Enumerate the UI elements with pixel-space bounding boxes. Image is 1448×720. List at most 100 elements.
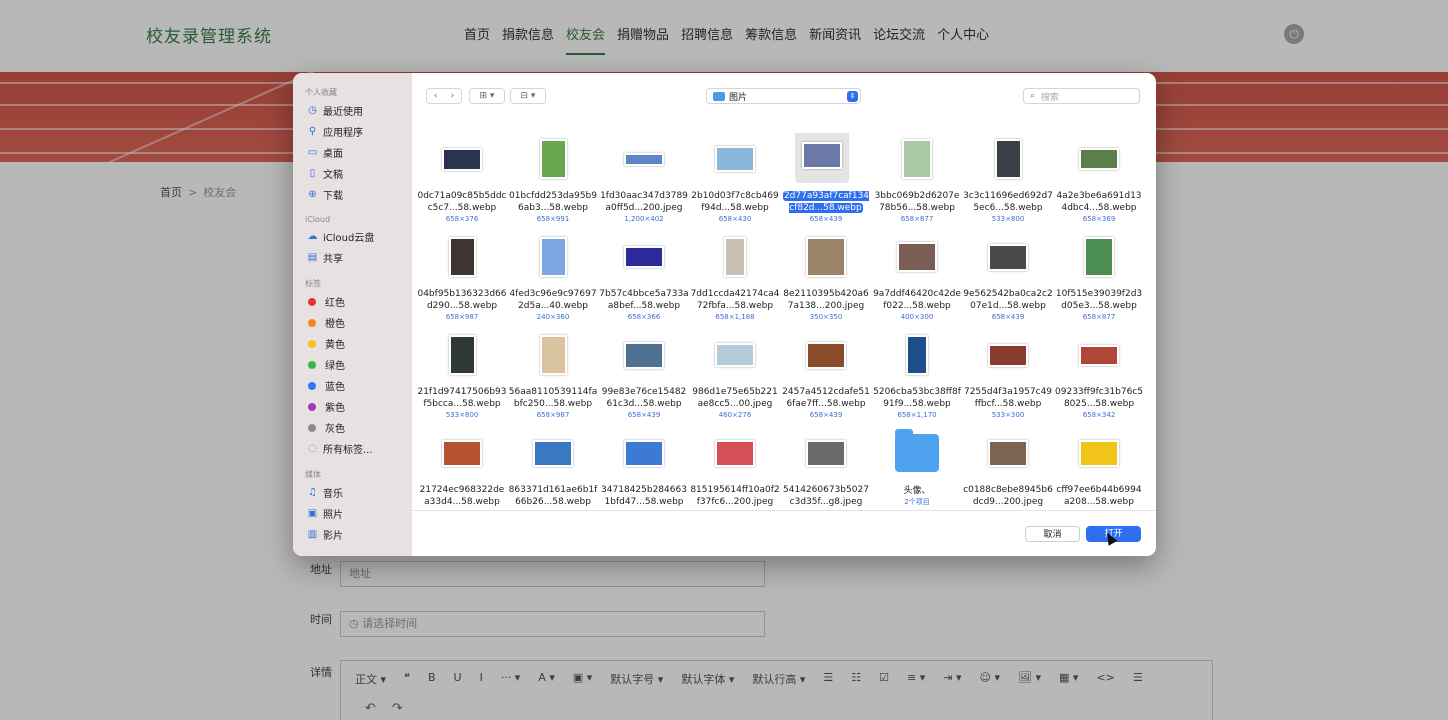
file-item[interactable]: 7255d4f3a1957c49ffbcf...58.webp 533×300 (963, 329, 1053, 425)
cancel-button[interactable]: 取消 (1025, 526, 1080, 542)
file-item[interactable]: 0dc71a09c85b5ddcc5c7...58.webp 658×376 (417, 133, 507, 229)
file-item[interactable]: 10f515e39039f2d3d05e3...58.webp 658×877 (1054, 231, 1144, 327)
sidebar-item-media[interactable]: ♫ 音乐 (293, 482, 412, 503)
sidebar-item-tag[interactable]: 绿色 (293, 354, 412, 375)
forward-button[interactable]: › (444, 91, 461, 101)
file-item[interactable]: 4fed3c96e9c976972d5a...40.webp 240×360 (508, 231, 598, 327)
file-item[interactable]: 21724ec968322dea33d4...58.webp (417, 427, 507, 510)
file-grid: 0dc71a09c85b5ddcc5c7...58.webp 658×376 01b… (417, 133, 1152, 510)
file-name: 4a2e3be6a691d134dbc4...58.webp (1054, 190, 1144, 214)
icloud-icon: ▤ (307, 252, 318, 263)
file-item[interactable]: 2b10d03f7c8cb469f94d...58.webp 658×430 (690, 133, 780, 229)
file-item[interactable]: 9e562542ba0ca2c207e1d...58.webp 658×439 (963, 231, 1053, 327)
file-item[interactable]: 7dd1ccda42174ca472fbfa...58.webp 658×1,18… (690, 231, 780, 327)
file-name: 5414260673b5027c3d35f...g8.jpeg (781, 484, 871, 508)
file-item[interactable]: 3bbc069b2d6207e78b56...58.webp 658×877 (872, 133, 962, 229)
file-name-text: 01bcfdd253da95b96ab3...58.webp (508, 191, 597, 213)
file-item[interactable]: 5414260673b5027c3d35f...g8.jpeg (781, 427, 871, 510)
sidebar-item-tag[interactable]: 黄色 (293, 333, 412, 354)
sidebar-item-label: 文稿 (323, 170, 343, 181)
back-button[interactable]: ‹ (427, 91, 444, 101)
file-item[interactable]: 5206cba53bc38ff8f91f9...58.webp 658×1,170 (872, 329, 962, 425)
thumbnail-area (872, 231, 962, 283)
file-dimensions: 1,200×402 (624, 215, 664, 223)
file-item[interactable]: 863371d161ae6b1f66b26...58.webp (508, 427, 598, 510)
file-name-text: 5206cba53bc38ff8f91f9...58.webp (873, 387, 961, 409)
file-item[interactable]: c0188c8ebe8945b6dcd9...200.jpeg (963, 427, 1053, 510)
group-mode-button[interactable]: ⊟ ▾ (510, 88, 546, 104)
file-name: c0188c8ebe8945b6dcd9...200.jpeg (963, 484, 1053, 508)
file-dimensions: 658×342 (1082, 411, 1116, 419)
search-field[interactable]: ⌕ 搜索 (1023, 88, 1140, 104)
folder-icon (713, 91, 725, 101)
sidebar-item-label: 绿色 (325, 361, 345, 372)
file-item[interactable]: 2457a4512cdafe516fae7ff...58.webp 658×439 (781, 329, 871, 425)
sidebar-item-favorite[interactable]: ▯ 文稿 (293, 163, 412, 184)
file-name-text: 9a7ddf46420c42def022...58.webp (873, 289, 961, 311)
file-item[interactable]: 09233ff9fc31b76c58025...58.webp 658×342 (1054, 329, 1144, 425)
image-thumbnail (715, 146, 755, 172)
sidebar-item-media[interactable]: ▣ 照片 (293, 503, 412, 524)
image-thumbnail (902, 139, 932, 179)
file-item[interactable]: 986d1e75e65b221ae8cc5...00.jpeg 460×276 (690, 329, 780, 425)
sidebar-item-favorite[interactable]: ⊕ 下载 (293, 184, 412, 205)
thumbnail-area (599, 231, 689, 283)
file-name-text: 815195614ff10a0f2f37fc6...200.jpeg (690, 485, 780, 507)
sidebar-item-icloud[interactable]: ☁ iCloud云盘 (293, 226, 412, 247)
file-name: 986d1e75e65b221ae8cc5...00.jpeg (690, 386, 780, 410)
file-item[interactable]: 56aa8110539114fabfc250...58.webp 658×987 (508, 329, 598, 425)
file-name-text: 56aa8110539114fabfc250...58.webp (508, 387, 598, 409)
file-dimensions: 658×991 (536, 215, 570, 223)
file-name: 7b57c4bbce5a733aa8bef...58.webp (599, 288, 689, 312)
file-item[interactable]: cff97ee6b44b6994a208...58.webp (1054, 427, 1144, 510)
sidebar-item-favorite[interactable]: ◷ 最近使用 (293, 100, 412, 121)
file-dimensions: 658×439 (627, 411, 661, 419)
sidebar-item-tag[interactable]: 红色 (293, 291, 412, 312)
file-name-text: 09233ff9fc31b76c58025...58.webp (1055, 387, 1143, 409)
favorite-icon: ▭ (307, 147, 318, 158)
tag-color-dot (308, 423, 316, 432)
thumbnail-area (781, 231, 871, 283)
file-name-text: 0dc71a09c85b5ddcc5c7...58.webp (417, 191, 507, 213)
file-item[interactable]: 9a7ddf46420c42def022...58.webp 400×300 (872, 231, 962, 327)
image-thumbnail (897, 242, 937, 272)
folder-item[interactable]: 头像、 2个项目 (872, 427, 962, 510)
file-item[interactable]: 21f1d97417506b93f5bcca...58.webp 533×800 (417, 329, 507, 425)
sidebar-item-tag[interactable]: 灰色 (293, 417, 412, 438)
file-item[interactable]: 1fd30aac347d3789a0ff5d...200.jpeg 1,200×4… (599, 133, 689, 229)
file-dimensions: 658×987 (536, 411, 570, 419)
thumbnail-area (690, 329, 780, 381)
file-item[interactable]: 815195614ff10a0f2f37fc6...200.jpeg (690, 427, 780, 510)
file-item[interactable]: 8e2110395b420a67a138...200.jpeg 350×350 (781, 231, 871, 327)
file-item[interactable]: 4a2e3be6a691d134dbc4...58.webp 658×369 (1054, 133, 1144, 229)
sidebar-item-label: 红色 (325, 298, 345, 309)
sidebar-item-media[interactable]: ▥ 影片 (293, 524, 412, 545)
file-dimensions: 533×800 (991, 215, 1025, 223)
thumbnail-area (872, 329, 962, 381)
sidebar-item-tag[interactable]: 橙色 (293, 312, 412, 333)
thumbnail-area (508, 133, 598, 185)
file-item[interactable]: 2d77a93af7caf134cf82d...58.webp 658×439 (781, 133, 871, 229)
sidebar-item-tag[interactable]: 紫色 (293, 396, 412, 417)
location-popup[interactable]: 图片 ⇕ (706, 88, 861, 104)
file-dimensions: 400×300 (900, 313, 934, 321)
thumbnail-area (963, 231, 1053, 283)
image-thumbnail (539, 335, 567, 375)
sidebar-item-all-tags[interactable]: ◌ 所有标签... (293, 438, 412, 459)
sidebar-item-favorite[interactable]: ▭ 桌面 (293, 142, 412, 163)
image-thumbnail (533, 439, 573, 467)
file-item[interactable]: 04bf95b136323d66d290...58.webp 658×987 (417, 231, 507, 327)
view-mode-button[interactable]: ⊞ ▾ (469, 88, 505, 104)
sidebar-item-tag[interactable]: 蓝色 (293, 375, 412, 396)
file-item[interactable]: 3c3c11696ed692d75ec6...58.webp 533×800 (963, 133, 1053, 229)
sidebar-item-favorite[interactable]: ⚲ 应用程序 (293, 121, 412, 142)
tag-color-dot (308, 360, 316, 369)
file-item[interactable]: 34718425b2846631bfd47...58.webp (599, 427, 689, 510)
file-item[interactable]: 99e83e76ce1548261c3d...58.webp 658×439 (599, 329, 689, 425)
image-thumbnail (624, 439, 664, 467)
favorite-icon: ⚲ (308, 126, 317, 137)
file-item[interactable]: 7b57c4bbce5a733aa8bef...58.webp 658×366 (599, 231, 689, 327)
sidebar-item-icloud[interactable]: ▤ 共享 (293, 247, 412, 268)
file-item[interactable]: 01bcfdd253da95b96ab3...58.webp 658×991 (508, 133, 598, 229)
image-thumbnail (448, 237, 476, 277)
